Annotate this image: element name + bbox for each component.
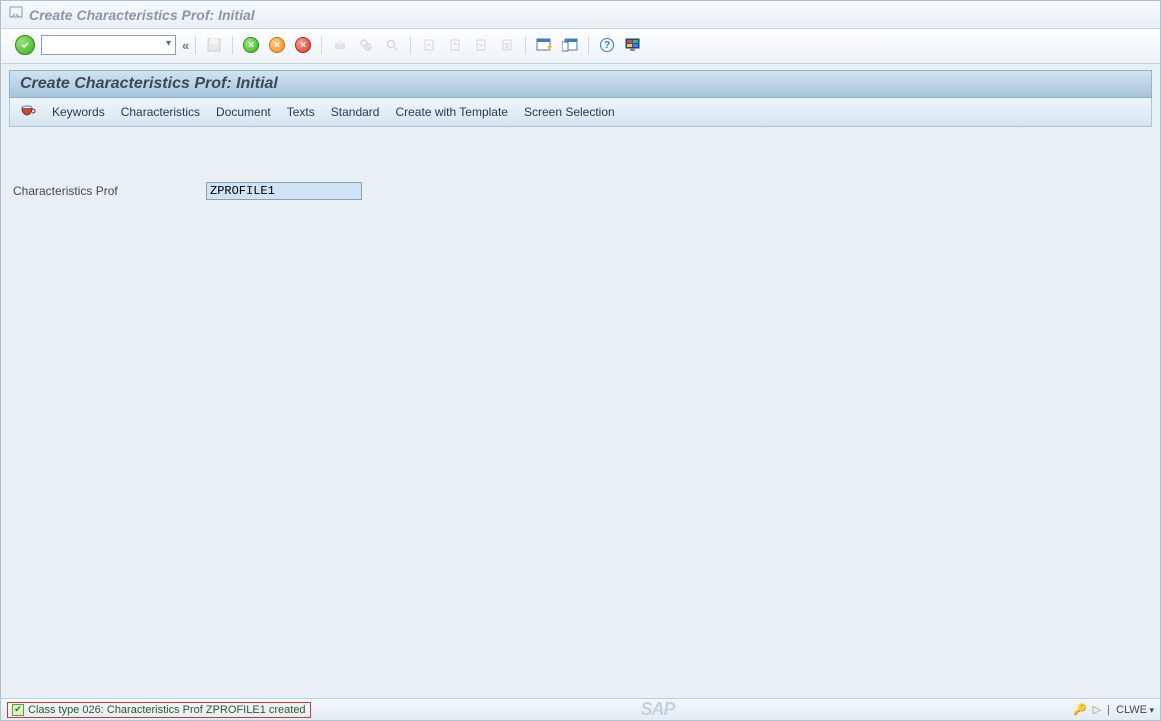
window-title: Create Characteristics Prof: Initial [29, 7, 255, 23]
exit-icon[interactable] [267, 35, 287, 55]
characteristics-button[interactable]: Characteristics [121, 105, 200, 119]
local-layout-icon[interactable] [623, 35, 643, 55]
find-icon [356, 35, 376, 55]
content-area: Characteristics Prof [1, 127, 1160, 212]
screen-selection-button[interactable]: Screen Selection [524, 105, 615, 119]
key-icon[interactable]: 🔑 [1073, 703, 1087, 716]
separator [410, 36, 411, 54]
document-button[interactable]: Document [216, 105, 271, 119]
window-titlebar: Create Characteristics Prof: Initial [1, 1, 1160, 29]
statusbar: ✔ Class type 026: Characteristics Prof Z… [1, 698, 1160, 720]
status-separator: | [1107, 704, 1110, 716]
separator [525, 36, 526, 54]
characteristics-prof-input[interactable] [206, 182, 362, 200]
status-right: 🔑 ▷ | CLWE [1073, 703, 1154, 716]
save-icon [204, 35, 224, 55]
application-toolbar: Keywords Characteristics Document Texts … [9, 98, 1152, 127]
system-indicator[interactable]: CLWE [1116, 704, 1154, 716]
separator [321, 36, 322, 54]
cup-icon[interactable] [20, 104, 36, 120]
first-page-icon [419, 35, 439, 55]
prev-page-icon [445, 35, 465, 55]
success-check-icon: ✔ [12, 704, 24, 716]
arrow-icon[interactable]: ▷ [1093, 703, 1101, 716]
separator [588, 36, 589, 54]
status-text: Class type 026: Characteristics Prof ZPR… [28, 704, 306, 716]
find-next-icon [382, 35, 402, 55]
create-with-template-button[interactable]: Create with Template [395, 105, 508, 119]
characteristics-prof-row: Characteristics Prof [13, 182, 1148, 200]
characteristics-prof-label: Characteristics Prof [13, 184, 198, 198]
separator [232, 36, 233, 54]
new-session-icon[interactable] [534, 35, 554, 55]
system-toolbar: « ? [1, 29, 1160, 64]
print-icon [330, 35, 350, 55]
keywords-button[interactable]: Keywords [52, 105, 105, 119]
screen-title: Create Characteristics Prof: Initial [9, 70, 1152, 98]
menu-icon[interactable] [9, 6, 23, 23]
separator [195, 36, 196, 54]
help-icon[interactable]: ? [597, 35, 617, 55]
command-field[interactable] [41, 35, 176, 55]
collapse-icon[interactable]: « [182, 38, 187, 53]
sap-logo: SAP [641, 699, 675, 720]
shortcut-icon[interactable] [560, 35, 580, 55]
cancel-icon[interactable] [293, 35, 313, 55]
texts-button[interactable]: Texts [287, 105, 315, 119]
status-message[interactable]: ✔ Class type 026: Characteristics Prof Z… [7, 702, 311, 718]
standard-button[interactable]: Standard [331, 105, 380, 119]
next-page-icon [471, 35, 491, 55]
enter-button[interactable] [15, 35, 35, 55]
back-icon[interactable] [241, 35, 261, 55]
last-page-icon [497, 35, 517, 55]
